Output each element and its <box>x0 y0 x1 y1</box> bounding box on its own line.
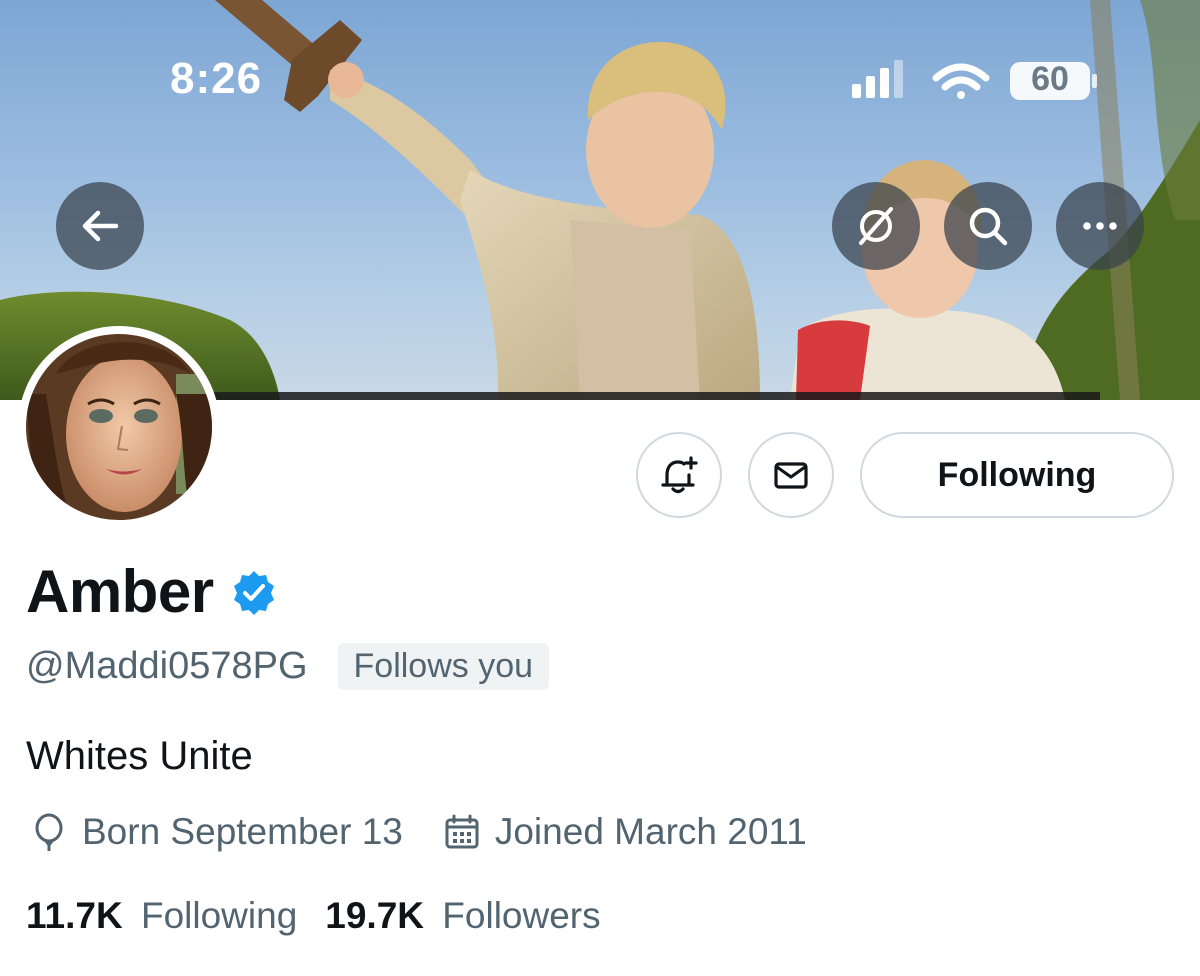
followers-count: 19.7K <box>325 895 425 936</box>
following-label: Following <box>140 895 298 936</box>
avatar-image <box>26 334 212 520</box>
status-time: 8:26 <box>170 54 263 103</box>
follows-you-badge: Follows you <box>337 642 550 690</box>
more-horizontal-icon <box>1083 222 1117 230</box>
bell-plus-icon <box>661 456 698 494</box>
balloon-icon <box>35 813 63 851</box>
follow-stats: 11.7K Following 19.7K Followers <box>26 890 601 942</box>
handle-row: @Maddi0578PG Follows you <box>26 640 550 692</box>
profile-meta: Born September 13 Joined March 2011 <box>30 806 807 858</box>
user-handle: @Maddi0578PG <box>26 644 308 687</box>
verified-badge-icon[interactable] <box>230 569 278 617</box>
birthday-item: Born September 13 <box>30 811 403 853</box>
envelope-icon <box>774 462 808 489</box>
message-button[interactable] <box>748 432 834 518</box>
grok-icon <box>859 207 893 245</box>
back-arrow-icon <box>82 210 119 242</box>
followers-label: Followers <box>442 895 601 936</box>
more-button[interactable] <box>1056 182 1144 270</box>
followers-count-link[interactable]: 19.7K Followers <box>325 895 600 937</box>
avatar[interactable] <box>18 326 220 528</box>
cellular-signal-icon <box>852 60 903 98</box>
search-button[interactable] <box>944 182 1032 270</box>
back-button[interactable] <box>56 182 144 270</box>
name-row: Amber <box>26 556 278 626</box>
following-count: 11.7K <box>26 895 123 936</box>
joined-text: Joined March 2011 <box>494 811 807 852</box>
birthday-text: Born September 13 <box>82 811 403 852</box>
grok-button[interactable] <box>832 182 920 270</box>
display-name: Amber <box>26 557 214 625</box>
bio: Whites Unite <box>26 734 253 778</box>
calendar-icon <box>445 814 479 849</box>
battery-level: 60 <box>1031 60 1069 98</box>
search-icon <box>969 207 1008 246</box>
notifications-button[interactable] <box>636 432 722 518</box>
joined-item: Joined March 2011 <box>443 811 807 853</box>
following-button[interactable]: Following <box>860 432 1174 518</box>
following-count-link[interactable]: 11.7K Following <box>26 895 297 937</box>
wifi-icon <box>932 63 990 99</box>
